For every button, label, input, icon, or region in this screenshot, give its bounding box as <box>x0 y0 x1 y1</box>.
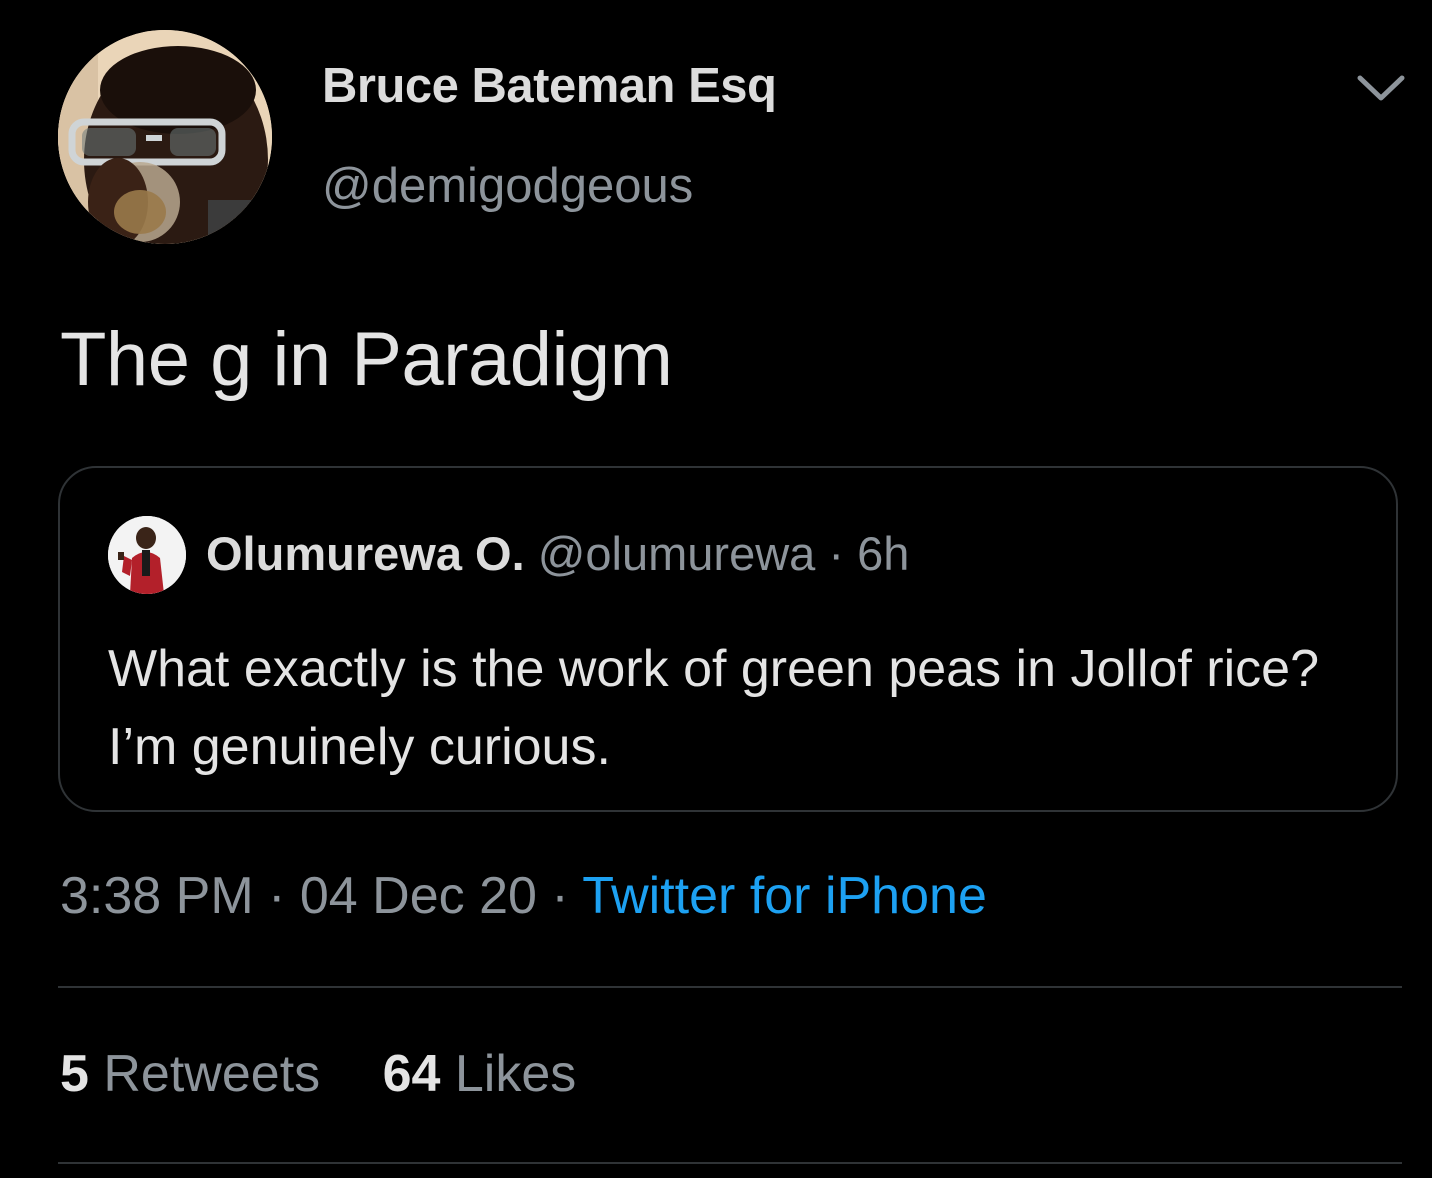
quoted-tweet-card[interactable]: Olumurewa O. @olumurewa · 6h What exactl… <box>58 466 1398 812</box>
divider <box>58 1162 1402 1164</box>
divider <box>58 986 1402 988</box>
likes-label: Likes <box>454 1045 577 1103</box>
retweets-count: 5 <box>60 1045 89 1103</box>
quoted-author-display-name[interactable]: Olumurewa O. <box>206 527 525 580</box>
profile-photo-icon <box>58 30 272 244</box>
tweet-time: 3:38 PM <box>60 867 254 925</box>
quoted-tweet-text: What exactly is the work of green peas i… <box>108 640 1320 776</box>
tweet-text: The g in Paradigm <box>60 317 673 402</box>
separator-dot: · <box>828 527 845 580</box>
retweets-label: Retweets <box>103 1045 321 1103</box>
separator-dot: · <box>268 867 286 925</box>
chevron-down-icon <box>1357 75 1405 101</box>
tweet-meta-line: 3:38 PM · 04 Dec 20 · Twitter for iPhone <box>60 866 987 926</box>
author-avatar[interactable] <box>58 30 272 244</box>
tweet-options-button[interactable] <box>1354 66 1408 110</box>
quoted-tweet-header: Olumurewa O. @olumurewa · 6h <box>206 526 909 581</box>
author-display-name[interactable]: Bruce Bateman Esq <box>322 58 777 114</box>
separator-dot: · <box>551 867 569 925</box>
quoted-author-avatar[interactable] <box>108 516 186 594</box>
profile-photo-icon <box>108 516 186 594</box>
retweets-stat[interactable]: 5 Retweets <box>60 1044 320 1104</box>
author-handle[interactable]: @demigodgeous <box>322 158 693 214</box>
tweet-source-link[interactable]: Twitter for iPhone <box>582 867 987 925</box>
quoted-author-handle[interactable]: @olumurewa <box>538 527 816 580</box>
tweet-date: 04 Dec 20 <box>299 867 537 925</box>
likes-stat[interactable]: 64 Likes <box>383 1044 577 1104</box>
quoted-tweet-time[interactable]: 6h <box>857 527 909 580</box>
tweet-stats: 5 Retweets 64 Likes <box>60 1044 624 1104</box>
likes-count: 64 <box>382 1045 441 1103</box>
